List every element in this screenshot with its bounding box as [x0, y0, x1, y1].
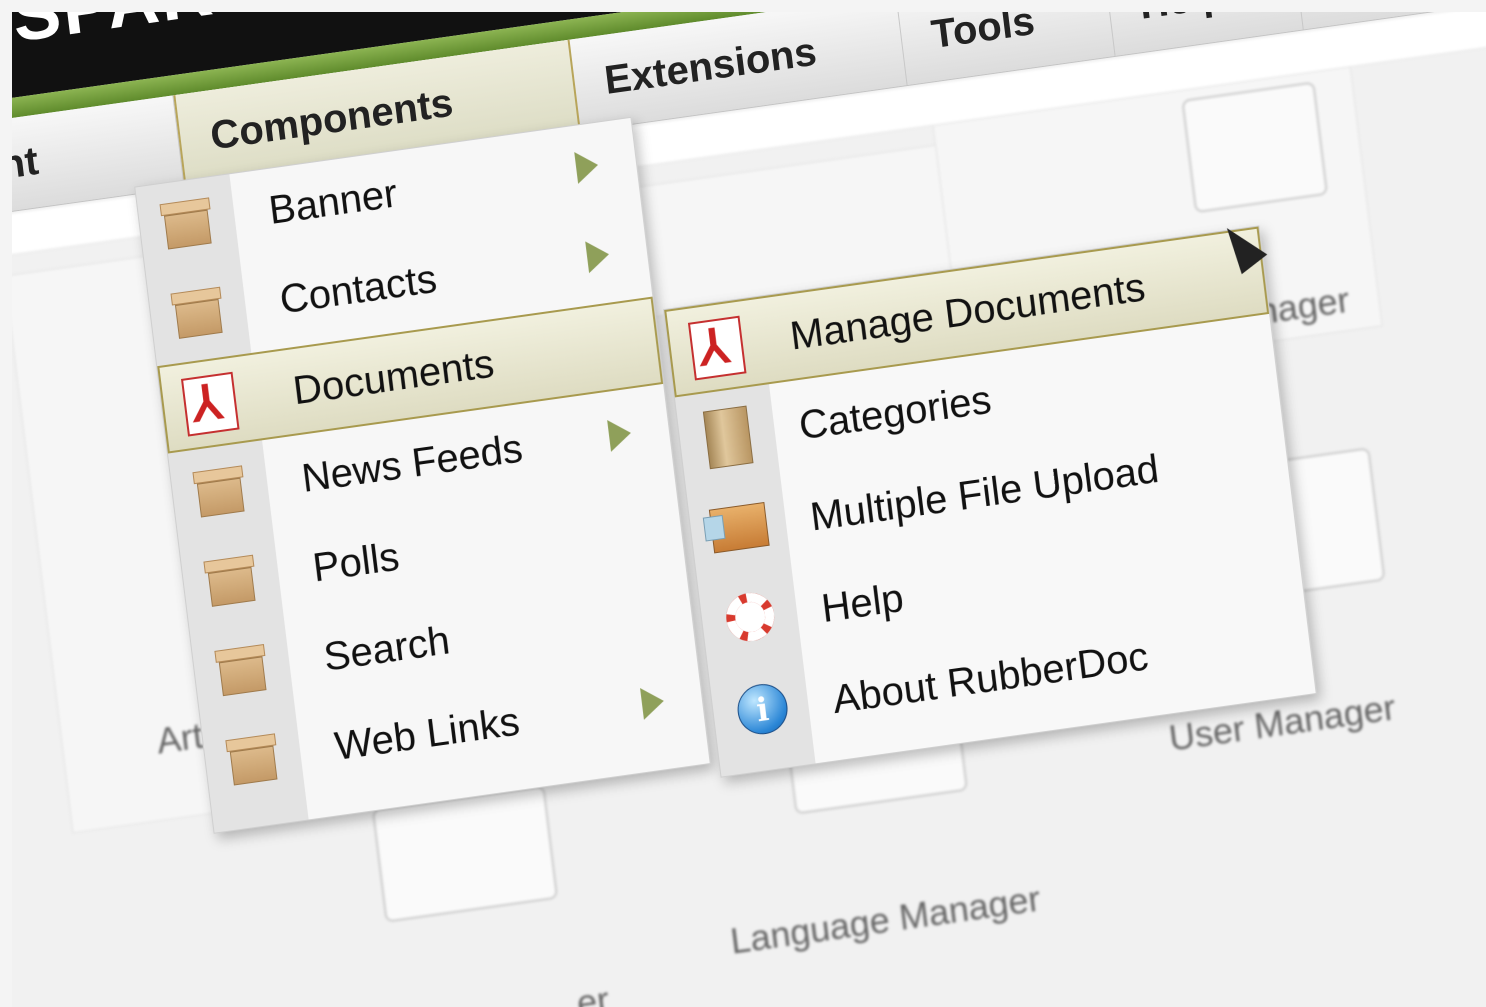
submenu-item-label: About RubberDoc: [830, 634, 1151, 723]
language-manager-label[interactable]: Language Manager: [728, 878, 1042, 963]
menu-item-label: Contacts: [277, 256, 440, 323]
pdf-icon: ⅄: [687, 315, 747, 381]
menu-item-label: Web Links: [332, 699, 522, 769]
submenu-arrow-icon: [607, 417, 633, 452]
manager-icon[interactable]: [1181, 81, 1329, 214]
menu-item-label: Search: [321, 618, 453, 680]
info-icon: i: [734, 680, 791, 738]
menu-item-label: Polls: [310, 534, 402, 591]
submenu-arrow-icon: [574, 149, 600, 184]
screen-photo: SPARC nt Components Extensions Tools Hel…: [12, 12, 1486, 1007]
site-logo: SPARC: [12, 12, 272, 59]
folder-icon: [702, 405, 754, 470]
submenu-item-label: Help: [819, 575, 906, 631]
box-icon: [225, 733, 280, 786]
partial-label: er: [574, 978, 612, 1007]
lifebuoy-icon: [723, 589, 777, 645]
box-icon: [159, 197, 215, 250]
submenu-arrow-icon: [640, 684, 666, 720]
box-icon: [192, 465, 247, 518]
upload-icon: [708, 501, 770, 554]
submenu-arrow-icon: [585, 238, 611, 274]
menu-item-label: News Feeds: [299, 426, 525, 501]
documents-submenu: ⅄ Manage Documents Categories Multiple F…: [663, 225, 1317, 778]
menu-item-label: Documents: [290, 341, 497, 414]
pdf-icon: ⅄: [180, 371, 240, 437]
menu-item-label: Banner: [266, 171, 400, 233]
box-icon: [203, 554, 258, 608]
box-icon: [214, 643, 269, 697]
submenu-item-label: Categories: [796, 377, 994, 449]
box-icon: [170, 286, 226, 340]
components-dropdown: Banner Contacts ⅄ Documents News Feeds P…: [134, 116, 711, 834]
admin-ui: SPARC nt Components Extensions Tools Hel…: [12, 12, 1486, 1007]
